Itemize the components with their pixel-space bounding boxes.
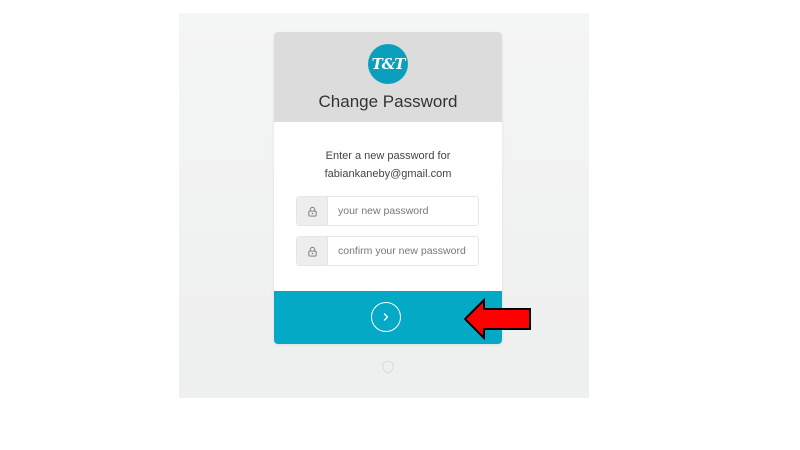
instruction-line: Enter a new password for — [325, 150, 451, 162]
new-password-field — [296, 196, 479, 226]
brand-logo: T&T — [368, 44, 408, 84]
page-title: Change Password — [318, 92, 458, 111]
confirm-password-input[interactable] — [328, 237, 476, 265]
lock-icon — [297, 237, 328, 265]
account-email: fabiankaneby@gmail.com — [324, 168, 452, 180]
confirm-password-field — [296, 236, 479, 266]
shield-icon — [382, 360, 394, 374]
lock-icon — [297, 197, 328, 225]
new-password-input[interactable] — [328, 197, 476, 225]
card-header: T&T Change Password — [274, 32, 502, 122]
instruction-text: Enter a new password for fabiankaneby@gm… — [274, 147, 502, 183]
chevron-right-icon — [371, 302, 401, 332]
red-arrow-annotation-icon — [464, 298, 531, 340]
